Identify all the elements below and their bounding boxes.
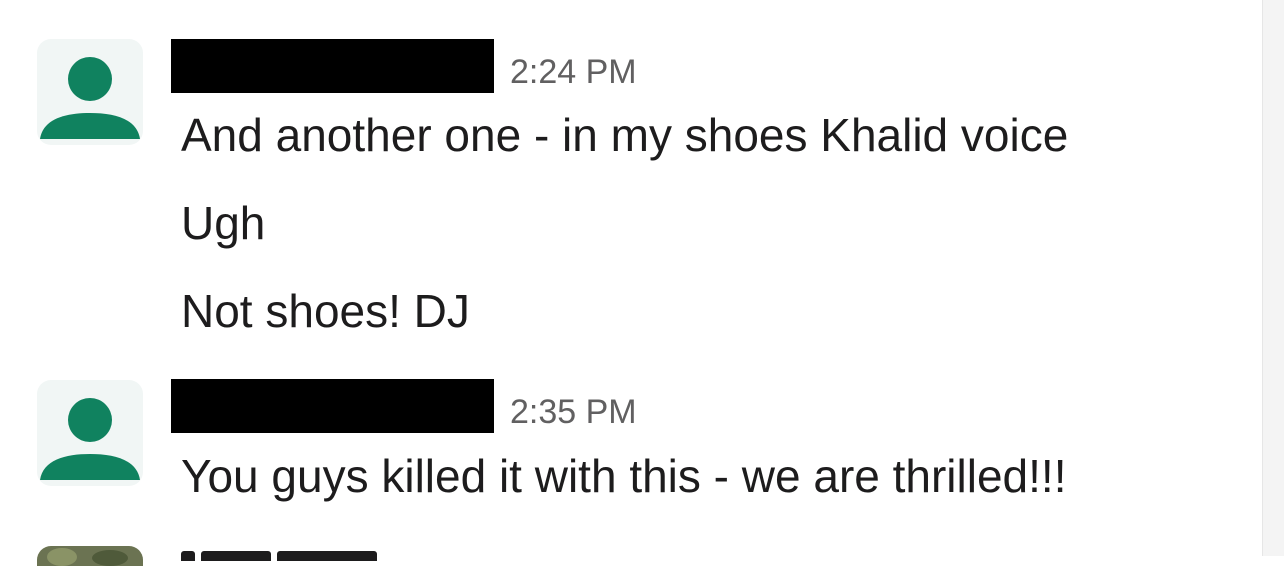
person-silhouette-icon bbox=[40, 57, 140, 139]
message-text: You guys killed it with this - we are th… bbox=[181, 450, 1067, 502]
person-silhouette-icon bbox=[40, 398, 140, 480]
message-list: 2:24 PM And another one - in my shoes Kh… bbox=[0, 0, 1262, 566]
author-name-redacted[interactable] bbox=[171, 39, 494, 93]
avatar[interactable] bbox=[37, 39, 143, 145]
avatar-photo[interactable] bbox=[37, 546, 143, 566]
message-timestamp[interactable]: 2:24 PM bbox=[510, 52, 637, 92]
message-text: And another one - in my shoes Khalid voi… bbox=[181, 109, 1069, 161]
scrollbar[interactable] bbox=[1262, 0, 1284, 556]
message-timestamp[interactable]: 2:35 PM bbox=[510, 392, 637, 432]
author-name-redacted[interactable] bbox=[171, 379, 494, 433]
message-text: Not shoes! DJ bbox=[181, 285, 470, 337]
message-text: Ugh bbox=[181, 197, 266, 249]
author-name-cutoff[interactable] bbox=[181, 548, 461, 562]
avatar[interactable] bbox=[37, 380, 143, 486]
